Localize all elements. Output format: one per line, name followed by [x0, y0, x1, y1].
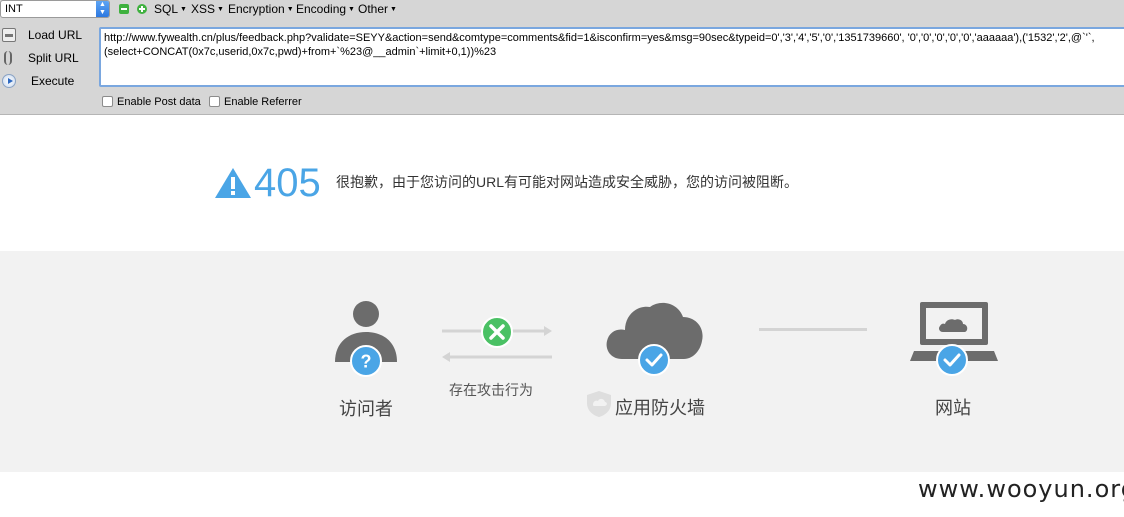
enable-referrer-label: Enable Referrer: [224, 96, 302, 108]
url-text-line-2: (select+CONCAT(0x7c,userid,0x7c,pwd)+fro…: [104, 45, 497, 58]
enable-referrer-checkbox[interactable]: Enable Referrer: [209, 96, 302, 110]
increase-icon[interactable]: [137, 4, 147, 14]
menu-encoding[interactable]: Encoding ▼: [296, 2, 355, 16]
website-label: 网站: [935, 398, 971, 418]
attack-label: 存在攻击行为: [449, 382, 533, 398]
question-badge-icon: ?: [350, 345, 382, 377]
execute-button[interactable]: Execute: [0, 72, 98, 92]
shield-icon: [587, 391, 611, 417]
decrease-icon[interactable]: [119, 4, 129, 14]
menu-encryption[interactable]: Encryption ▼: [228, 2, 294, 16]
menu-other-label: Other: [358, 2, 389, 16]
firewall-label: 应用防火墙: [615, 398, 705, 418]
split-url-icon: [4, 51, 12, 65]
warning-icon: [215, 168, 251, 198]
type-select[interactable]: INT ▲ ▼: [0, 0, 110, 18]
caret-down-icon: ▼: [217, 6, 224, 13]
split-url-button[interactable]: Split URL: [0, 49, 98, 69]
execute-icon: [2, 74, 16, 88]
menu-encoding-label: Encoding: [296, 2, 347, 16]
caret-down-icon: ▼: [180, 6, 187, 13]
enable-post-checkbox[interactable]: Enable Post data: [102, 96, 201, 110]
caret-down-icon: ▼: [390, 6, 397, 13]
firewall-check-icon: [638, 344, 670, 376]
menu-encryption-label: Encryption: [228, 2, 285, 16]
hackbar-menubar: INT ▲ ▼ SQL ▼ XSS ▼ Encryption ▼ Encoding ▼ O…: [0, 0, 1124, 19]
blocked-x-icon: [481, 316, 513, 348]
execute-label: Execute: [31, 74, 75, 88]
error-code: 405: [254, 161, 321, 205]
menu-sql-label: SQL: [154, 2, 179, 16]
chevron-up-down-icon: ▲ ▼: [96, 1, 109, 17]
menu-sql[interactable]: SQL ▼: [154, 2, 187, 16]
block-message: 很抱歉，由于您访问的URL有可能对网站造成安全威胁，您的访问被阻断。: [336, 174, 799, 190]
caret-down-icon: ▼: [348, 6, 355, 13]
svg-text:?: ?: [361, 352, 372, 372]
checkbox-box: [102, 96, 113, 107]
url-textarea[interactable]: http://www.fywealth.cn/plus/feedback.php…: [99, 27, 1124, 87]
hackbar-toolbar: INT ▲ ▼ SQL ▼ XSS ▼ Encryption ▼ Encoding ▼ O…: [0, 0, 1124, 115]
load-url-button[interactable]: Load URL: [0, 26, 98, 46]
split-url-label: Split URL: [28, 51, 79, 65]
caret-down-icon: ▼: [286, 6, 294, 13]
checkbox-box: [209, 96, 220, 107]
menu-xss[interactable]: XSS ▼: [191, 2, 224, 16]
type-select-value: INT: [5, 3, 23, 15]
website-check-icon: [936, 344, 968, 376]
diagram-panel: ? 访问者 存在攻击行为 应用防火墙 网站: [0, 251, 1124, 472]
enable-post-label: Enable Post data: [117, 96, 201, 108]
menu-other[interactable]: Other ▼: [358, 2, 397, 16]
load-url-icon: [2, 28, 16, 42]
menu-xss-label: XSS: [191, 2, 216, 16]
visitor-label: 访问者: [339, 399, 393, 419]
connection-line: [759, 328, 867, 331]
url-text-line-1: http://www.fywealth.cn/plus/feedback.php…: [104, 32, 1095, 44]
load-url-label: Load URL: [28, 28, 83, 42]
watermark: www.wooyun.org: [918, 475, 1124, 503]
